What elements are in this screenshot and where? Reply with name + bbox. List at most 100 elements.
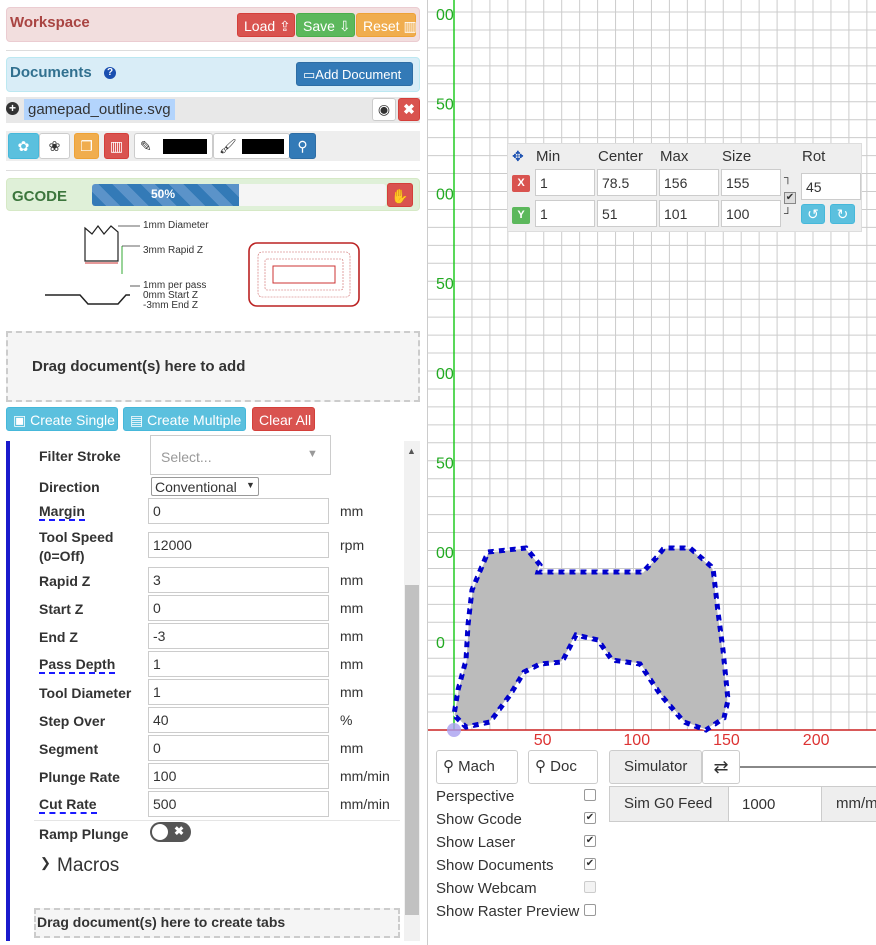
select-none-button[interactable]: ❀ [39, 133, 70, 159]
machine-view-button[interactable]: ⚲ Mach [436, 750, 518, 784]
stroke-color-button[interactable]: ✎ [134, 133, 213, 159]
direction-label: Direction [39, 479, 100, 495]
simulator-button[interactable]: Simulator [609, 750, 702, 784]
drop-zone-text: Drag document(s) here to add [32, 358, 246, 375]
filter-stroke-select[interactable]: Select... ▼ [150, 435, 331, 475]
y-size-input[interactable] [721, 200, 781, 227]
cut-rate-input[interactable] [148, 791, 329, 817]
chevron-down-icon: ▼ [246, 480, 255, 490]
operation-accent-bar [6, 441, 10, 941]
step-over-row: Step Over % [34, 707, 400, 735]
segment-input[interactable] [148, 735, 329, 761]
ramp-plunge-toggle[interactable]: ✖ [150, 822, 191, 842]
reset-button[interactable]: Reset ▥ [356, 13, 417, 37]
macros-chevron-icon[interactable]: ❯ [40, 855, 51, 871]
doc-label: Doc [550, 758, 577, 775]
lock-aspect-checkbox[interactable]: ✔ [784, 192, 796, 204]
document-row[interactable]: + gamepad_outline.svg ◉ ✖ [6, 97, 420, 123]
workspace-grid[interactable]: 50 100 150 200005000500050000 [428, 0, 876, 745]
select-all-button[interactable]: ✿ [8, 133, 39, 159]
swap-button[interactable]: ⇄ [702, 750, 740, 784]
show-webcam-checkbox[interactable] [584, 881, 596, 893]
step-over-input[interactable] [148, 707, 329, 733]
cluster-icon: ✿ [17, 138, 30, 154]
trash-icon: ▥ [403, 18, 417, 34]
tool-speed-label: Tool Speed [39, 529, 114, 545]
y-tick-label: 50 [436, 456, 454, 473]
search-button[interactable]: ⚲ [289, 133, 316, 159]
brush-icon: 🖌 [219, 138, 237, 154]
margin-input[interactable] [148, 498, 329, 524]
tool-speed-input[interactable] [148, 532, 329, 558]
show-gcode-checkbox[interactable]: ✔ [584, 812, 596, 824]
step-over-unit: % [340, 712, 353, 728]
pass-depth-input[interactable] [148, 651, 329, 677]
start-z-input[interactable] [148, 595, 329, 621]
y-center-input[interactable] [597, 200, 657, 227]
y-max-input[interactable] [659, 200, 719, 227]
rotate-ccw-button[interactable]: ↺ [801, 204, 825, 224]
save-button[interactable]: Save ⇩ [296, 13, 355, 37]
add-document-label: Add Document [315, 67, 402, 82]
document-view-button[interactable]: ⚲ Doc [528, 750, 598, 784]
search-icon: ⚲ [535, 758, 546, 775]
x-tick-label: 100 [623, 732, 650, 745]
visibility-button[interactable]: ◉ [372, 98, 396, 121]
y-axis-badge: Y [512, 207, 530, 224]
sim-g0-input[interactable] [728, 786, 822, 822]
macros-toggle[interactable]: Macros [57, 855, 119, 877]
scroll-up-icon[interactable]: ▲ [407, 446, 416, 456]
workspace-title: Workspace [10, 14, 90, 31]
create-single-label: Create Single [30, 412, 115, 428]
create-single-button[interactable]: ▣ Create Single [6, 407, 118, 431]
divider [6, 170, 420, 171]
search-icon: ⚲ [443, 758, 454, 775]
end-z-row: End Z mm [34, 623, 400, 651]
x-min-input[interactable] [535, 169, 595, 196]
y-tick-label: 50 [436, 276, 454, 293]
scrollbar-thumb[interactable] [405, 585, 419, 915]
end-z-label: End Z [39, 629, 78, 645]
show-laser-checkbox[interactable]: ✔ [584, 835, 596, 847]
simulator-slider[interactable] [740, 766, 876, 768]
toggle-off-icon: ✖ [174, 824, 185, 838]
rotation-input[interactable] [801, 173, 861, 200]
margin-unit: mm [340, 503, 364, 519]
create-multiple-button[interactable]: ▤ Create Multiple [123, 407, 246, 431]
margin-label: Margin [39, 503, 85, 521]
rapid-z-input[interactable] [148, 567, 329, 593]
rotate-cw-button[interactable]: ↻ [830, 204, 855, 224]
workspace-viewport[interactable]: 50 100 150 200 00 50 00 50 00 50 00 0 ✥ Min Center … [428, 0, 876, 945]
plunge-rate-input[interactable] [148, 763, 329, 789]
tabs-drop-zone[interactable]: Drag document(s) here to create tabs [34, 908, 400, 938]
add-document-button[interactable]: ▭Add Document [296, 62, 413, 86]
start-z-label: Start Z [39, 601, 84, 617]
perspective-checkbox[interactable] [584, 789, 596, 801]
show-raster-checkbox[interactable] [584, 904, 596, 916]
stock-profile [45, 294, 130, 305]
show-documents-checkbox[interactable]: ✔ [584, 858, 596, 870]
rotate-right-icon: ↻ [836, 206, 849, 222]
delete-button[interactable]: ▥ [104, 133, 129, 159]
x-max-input[interactable] [659, 169, 719, 196]
tool-diameter-input[interactable] [148, 679, 329, 705]
load-button[interactable]: Load ⇪ [237, 13, 295, 37]
fill-color-button[interactable]: 🖌 [213, 133, 290, 159]
plunge-rate-label: Plunge Rate [39, 769, 120, 785]
x-size-input[interactable] [721, 169, 781, 196]
direction-select[interactable]: Conventional ▼ [151, 477, 259, 496]
end-z-input[interactable] [148, 623, 329, 649]
x-center-input[interactable] [597, 169, 657, 196]
y-min-input[interactable] [535, 200, 595, 227]
help-icon[interactable]: ? [104, 67, 116, 79]
clear-all-button[interactable]: Clear All [252, 407, 315, 431]
y-tick-label: 00 [436, 366, 454, 383]
stop-button[interactable]: ✋ [387, 183, 413, 207]
move-icon[interactable]: ✥ [512, 148, 524, 165]
expand-icon[interactable]: + [6, 102, 19, 115]
clone-button[interactable]: ❐ [74, 133, 99, 159]
document-filename[interactable]: gamepad_outline.svg [24, 99, 175, 120]
remove-document-button[interactable]: ✖ [398, 98, 420, 121]
tool-speed-unit: rpm [340, 537, 365, 553]
document-drop-zone[interactable]: Drag document(s) here to add [6, 331, 420, 402]
